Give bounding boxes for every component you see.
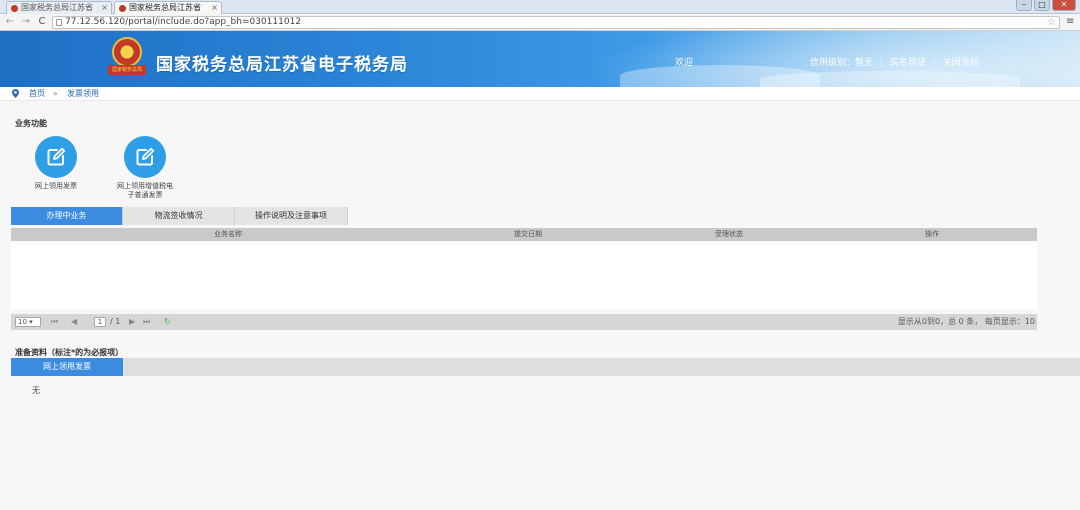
emblem-ribbon: 国家税务总局 xyxy=(108,65,146,75)
tab-online-invoice[interactable]: 网上领用发票 xyxy=(11,358,123,376)
column-header[interactable]: 提交日期 xyxy=(514,228,542,241)
column-header[interactable]: 操作 xyxy=(925,228,939,241)
credit-value: 暂无 xyxy=(855,58,874,68)
emblem-disc xyxy=(112,37,142,67)
separator: | xyxy=(932,58,936,68)
page-number-input[interactable]: 1 xyxy=(94,317,106,327)
browser-tabbar: 国家税务总局江苏省 × 国家税务总局江苏省 × – □ ✕ xyxy=(0,0,1080,14)
close-window-button[interactable]: ✕ xyxy=(1052,0,1076,11)
tab-close-icon[interactable]: × xyxy=(101,2,108,14)
refresh-icon[interactable]: ↻ xyxy=(164,314,171,330)
header-decoration xyxy=(760,71,1020,87)
materials-title: 准备资料（标注*的为必报项） xyxy=(15,348,124,357)
tab-logistics-receipt[interactable]: 物流签收情况 xyxy=(123,207,235,225)
maximize-button[interactable]: □ xyxy=(1034,0,1050,11)
breadcrumb: 首页 » 发票领用 xyxy=(0,87,1080,101)
column-header[interactable]: 受理状态 xyxy=(715,228,743,241)
tax-emblem-logo: 国家税务总局 xyxy=(108,37,146,77)
materials-content: 无 xyxy=(32,386,40,395)
main-panel: 业务功能 网上领用发票 网上领用增值税电子普通发票 办理中业务 物流签收情况 操… xyxy=(0,101,1080,510)
breadcrumb-current: 发票领用 xyxy=(67,89,99,98)
url-input[interactable]: 77.12.56.120/portal/include.do?app_bh=03… xyxy=(52,16,1060,29)
page-info-icon[interactable] xyxy=(56,19,62,26)
breadcrumb-separator: » xyxy=(53,89,58,98)
browser-menu-icon[interactable]: ≡ xyxy=(1066,17,1076,27)
materials-tabs: 网上领用发票 xyxy=(11,358,1080,376)
tab-instructions[interactable]: 操作说明及注意事项 xyxy=(235,207,348,225)
favicon-icon xyxy=(119,5,126,12)
browser-tab-2[interactable]: 国家税务总局江苏省 × xyxy=(114,1,222,14)
window-controls: – □ ✕ xyxy=(1016,0,1076,12)
back-arrow-icon[interactable]: ← xyxy=(4,16,16,28)
online-invoice-receive-button[interactable]: 网上领用发票 xyxy=(26,136,86,191)
grid-header: 业务名称 提交日期 受理状态 操作 xyxy=(11,228,1037,241)
tab-in-progress[interactable]: 办理中业务 xyxy=(11,207,123,225)
separator: | xyxy=(879,58,883,68)
welcome-text: 欢迎 xyxy=(675,58,694,68)
site-header: 国家税务总局 国家税务总局江苏省电子税务局 欢迎 信用级别：暂无 | 实名验证 … xyxy=(0,31,1080,87)
pager-summary: 显示从0到0，总 0 条， 每页显示：10 xyxy=(897,317,1035,326)
breadcrumb-home-link[interactable]: 首页 xyxy=(29,87,45,101)
column-header[interactable]: 业务名称 xyxy=(214,228,242,241)
favicon-icon xyxy=(11,5,18,12)
real-name-verify-link[interactable]: 实名验证 xyxy=(890,58,926,68)
last-page-icon[interactable]: ⏭ xyxy=(143,314,150,330)
grid-body xyxy=(11,241,1037,309)
browser-tab-title: 国家税务总局江苏省 xyxy=(21,3,93,12)
edit-icon[interactable] xyxy=(124,136,166,178)
function-label: 网上领用发票 xyxy=(35,182,77,190)
online-vat-einvoice-receive-button[interactable]: 网上领用增值税电子普通发票 xyxy=(116,136,174,200)
credit-label: 信用级别： xyxy=(810,58,856,68)
location-pin-icon xyxy=(12,89,19,98)
function-label: 网上领用增值税电子普通发票 xyxy=(117,182,173,199)
next-page-icon[interactable]: ▶ xyxy=(129,314,135,330)
first-page-icon[interactable]: ⏮ xyxy=(51,314,58,330)
reload-icon[interactable]: C xyxy=(36,16,48,28)
minimize-button[interactable]: – xyxy=(1016,0,1032,11)
site-title: 国家税务总局江苏省电子税务局 xyxy=(156,55,408,75)
business-functions-title: 业务功能 xyxy=(15,119,47,128)
header-links: 信用级别：暂无 | 实名验证 | 关闭当前 xyxy=(810,55,979,68)
prev-page-icon[interactable]: ◀ xyxy=(71,314,77,330)
edit-icon[interactable] xyxy=(35,136,77,178)
page-size-value: 10 xyxy=(18,318,27,326)
bookmark-star-icon[interactable]: ☆ xyxy=(1047,17,1056,28)
browser-tab-1[interactable]: 国家税务总局江苏省 × xyxy=(6,1,112,14)
close-current-link[interactable]: 关闭当前 xyxy=(943,58,979,68)
tab-close-icon[interactable]: × xyxy=(211,2,218,14)
address-bar: ← → C 77.12.56.120/portal/include.do?app… xyxy=(0,14,1080,31)
browser-tab-title: 国家税务总局江苏省 xyxy=(129,3,201,12)
page-size-select[interactable]: 10 ▾ xyxy=(15,317,41,327)
forward-arrow-icon[interactable]: → xyxy=(20,16,32,28)
business-tabs: 办理中业务 物流签收情况 操作说明及注意事项 xyxy=(11,207,348,225)
pager: 10 ▾ ⏮ ◀ 1 / 1 ▶ ⏭ ↻ 显示从0到0，总 0 条， 每页显示：… xyxy=(11,314,1037,330)
total-pages: / 1 xyxy=(110,317,121,326)
url-text: 77.12.56.120/portal/include.do?app_bh=03… xyxy=(65,17,302,27)
